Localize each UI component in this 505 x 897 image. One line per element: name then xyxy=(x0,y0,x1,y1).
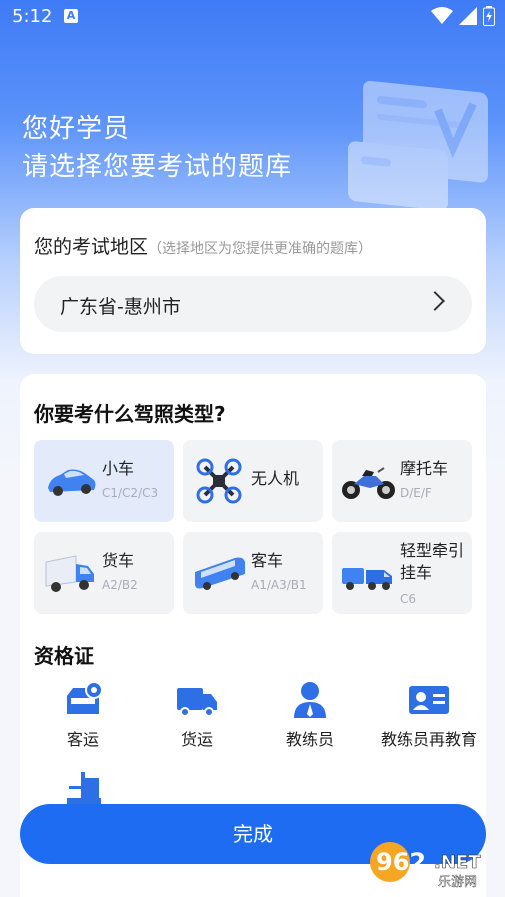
signal-icon xyxy=(459,7,477,25)
region-value: 广东省-惠州市 xyxy=(60,296,181,318)
tile-name: 轻型牵引挂车 xyxy=(400,541,465,582)
car-icon xyxy=(48,469,96,496)
drone-icon xyxy=(196,458,242,504)
license-tile-drone[interactable]: 无人机 xyxy=(183,440,323,522)
trailer-icon xyxy=(342,568,392,590)
qualification-forklift[interactable] xyxy=(33,768,133,808)
tile-code: C1/C2/C3 xyxy=(102,486,159,500)
tile-code: D/E/F xyxy=(400,486,432,500)
coach-icon xyxy=(294,682,326,718)
qualification-label: 货运 xyxy=(180,730,213,749)
truck-icon xyxy=(45,555,94,592)
license-type-title: 你要考什么驾照类型? xyxy=(34,402,226,426)
qualification-title: 资格证 xyxy=(34,644,94,668)
tile-name: 小车 xyxy=(102,459,135,478)
qualification-coach[interactable]: 教练员 xyxy=(260,680,360,750)
license-tile-motorcycle[interactable]: 摩托车 D/E/F xyxy=(332,440,472,522)
qualification-label: 客运 xyxy=(66,730,99,749)
chevron-right-icon xyxy=(425,291,445,311)
greeting-line-2: 请选择您要考试的题库 xyxy=(22,152,293,182)
status-time: 5:12 xyxy=(12,6,53,27)
svg-text:962: 962 xyxy=(376,848,426,876)
region-title-text: 您的考试地区 xyxy=(34,236,149,258)
passenger-transport-icon xyxy=(67,681,103,714)
tile-code: A1/A3/B1 xyxy=(251,578,307,592)
dashboard-illustration-icon xyxy=(348,80,488,210)
region-card: 您的考试地区（选择地区为您提供更准确的题库） 广东省-惠州市 xyxy=(20,208,486,354)
tile-name: 摩托车 xyxy=(400,459,449,478)
motorcycle-icon xyxy=(342,467,395,499)
tile-code: C6 xyxy=(400,592,417,606)
greeting: 您好学员 请选择您要考试的题库 xyxy=(22,110,292,186)
qualification-coach-reeducation[interactable]: 教练员再教育 xyxy=(372,680,486,750)
license-tile-truck[interactable]: 货车 A2/B2 xyxy=(34,532,174,614)
battery-icon xyxy=(483,6,495,26)
license-tile-bus[interactable]: 客车 A1/A3/B1 xyxy=(183,532,323,614)
svg-text:.NET: .NET xyxy=(434,852,481,873)
region-hint: （选择地区为您提供更准确的题库） xyxy=(148,241,373,257)
svg-text:乐游网: 乐游网 xyxy=(438,875,477,890)
bus-icon xyxy=(195,557,245,590)
notification-icon: A xyxy=(64,9,78,23)
license-tile-trailer[interactable]: 轻型牵引挂车 C6 xyxy=(332,532,472,614)
freight-icon xyxy=(177,688,217,717)
qualification-label: 教练员再教育 xyxy=(380,730,477,749)
wifi-icon xyxy=(431,7,453,24)
greeting-line-1: 您好学员 xyxy=(22,114,131,144)
tile-name: 货车 xyxy=(102,551,135,570)
status-bar: 5:12 A xyxy=(0,0,505,36)
qualification-label: 教练员 xyxy=(285,730,334,749)
qualification-passenger[interactable]: 客运 xyxy=(33,680,133,750)
forklift-icon xyxy=(67,772,101,804)
license-tile-car[interactable]: 小车 C1/C2/C3 xyxy=(34,440,174,522)
qualification-freight[interactable]: 货运 xyxy=(147,680,247,750)
region-title: 您的考试地区（选择地区为您提供更准确的题库） xyxy=(34,232,372,259)
coach-id-card-icon xyxy=(409,686,449,714)
region-selector[interactable]: 广东省-惠州市 xyxy=(34,276,472,332)
tile-name: 客车 xyxy=(251,551,284,570)
site-watermark-logo: 962 .NET 乐游网 xyxy=(370,842,481,890)
tile-name: 无人机 xyxy=(251,469,300,488)
tile-code: A2/B2 xyxy=(102,578,138,592)
